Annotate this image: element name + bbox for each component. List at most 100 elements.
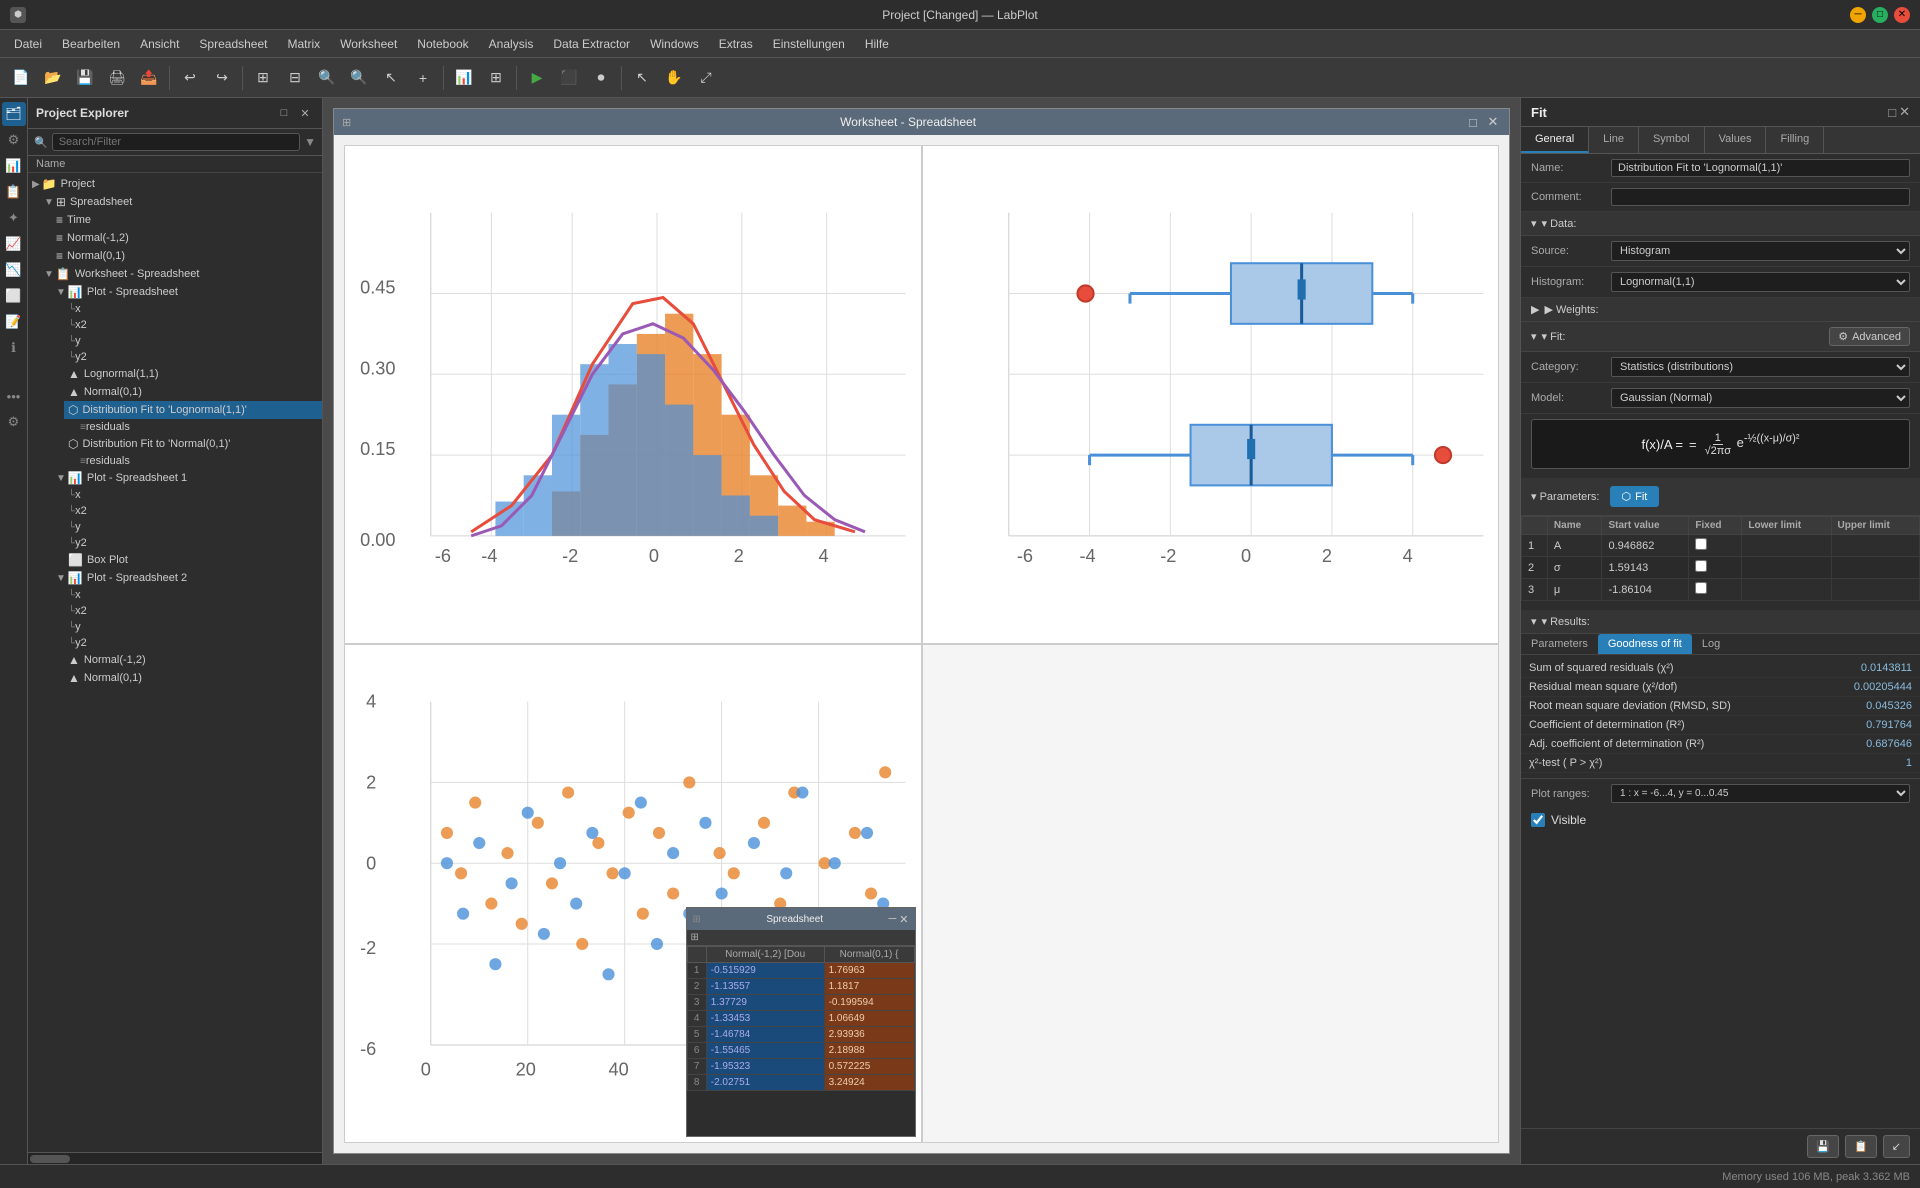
comment-input[interactable] bbox=[1611, 188, 1910, 206]
advanced-button[interactable]: ⚙ Advanced bbox=[1829, 327, 1910, 346]
results-tab-log[interactable]: Log bbox=[1692, 634, 1730, 654]
add-table-btn[interactable]: ⊞ bbox=[481, 63, 511, 93]
menu-einstellungen[interactable]: Einstellungen bbox=[765, 34, 853, 54]
data-section-header[interactable]: ▾ ▾ Data: bbox=[1521, 212, 1920, 236]
tree-item-y2-p2[interactable]: └ y2 bbox=[64, 635, 322, 651]
mini-minimize-btn[interactable]: ─ bbox=[888, 913, 896, 926]
stop-btn[interactable]: ⬛ bbox=[554, 63, 584, 93]
open-btn[interactable]: 📂 bbox=[38, 63, 68, 93]
save-btn[interactable]: 💾 bbox=[70, 63, 100, 93]
settings-icon-btn[interactable]: ⚙ bbox=[2, 410, 26, 434]
plot-ranges-select[interactable]: 1 : x = -6...4, y = 0...0.45 bbox=[1611, 784, 1910, 803]
tab-general[interactable]: General bbox=[1521, 127, 1589, 153]
tab-filling[interactable]: Filling bbox=[1766, 127, 1824, 153]
record-btn[interactable]: ⏺ bbox=[586, 63, 616, 93]
panel-close-btn[interactable]: ✕ bbox=[1899, 104, 1910, 120]
tree-item-x-p2[interactable]: └ x bbox=[64, 587, 322, 603]
worksheet-icon-btn[interactable]: 📊 bbox=[2, 154, 26, 178]
drag-btn[interactable]: ✋ bbox=[659, 63, 689, 93]
zoom-out-btn[interactable]: 🔍 bbox=[344, 63, 374, 93]
param-start-sigma[interactable]: 1.59143 bbox=[1602, 557, 1689, 579]
cursor-btn[interactable]: ↖ bbox=[376, 63, 406, 93]
menu-datei[interactable]: Datei bbox=[6, 34, 50, 54]
param-checkbox-mu[interactable] bbox=[1695, 582, 1707, 594]
play-btn[interactable]: ▶ bbox=[522, 63, 552, 93]
tree-item-y2-1[interactable]: └ y2 bbox=[64, 349, 322, 365]
tree-item-normal-12[interactable]: ≡ Normal(-1,2) bbox=[52, 229, 322, 247]
param-fixed-sigma[interactable] bbox=[1689, 557, 1742, 579]
hist-icon-btn[interactable]: 📈 bbox=[2, 232, 26, 256]
mini-spreadsheet[interactable]: ⊞ Spreadsheet ─ ✕ ⊞ bbox=[686, 907, 916, 1137]
redo-btn[interactable]: ↪ bbox=[207, 63, 237, 93]
results-tab-params[interactable]: Parameters bbox=[1521, 634, 1598, 654]
explorer-icon-btn[interactable]: 🗂 bbox=[2, 102, 26, 126]
explorer-expand-btn[interactable]: □ bbox=[275, 104, 293, 122]
box-icon-btn[interactable]: ⬜ bbox=[2, 284, 26, 308]
menu-windows[interactable]: Windows bbox=[642, 34, 707, 54]
tab-values[interactable]: Values bbox=[1705, 127, 1767, 153]
tree-item-x2-p2[interactable]: └ x2 bbox=[64, 603, 322, 619]
category-select[interactable]: Statistics (distributions) bbox=[1611, 357, 1910, 377]
search-input[interactable] bbox=[52, 133, 300, 151]
results-section-header[interactable]: ▾ ▾ Results: bbox=[1521, 610, 1920, 634]
tree-item-spreadsheet[interactable]: ▼ ⊞ Spreadsheet bbox=[40, 193, 322, 211]
export-panel-btn[interactable]: ↙ bbox=[1883, 1135, 1910, 1158]
tab-line[interactable]: Line bbox=[1589, 127, 1639, 153]
menu-bearbeiten[interactable]: Bearbeiten bbox=[54, 34, 128, 54]
export-btn[interactable]: 📤 bbox=[134, 63, 164, 93]
tree-item-normal-01[interactable]: ≡ Normal(0,1) bbox=[52, 247, 322, 265]
notes-icon-btn[interactable]: 📝 bbox=[2, 310, 26, 334]
copy-panel-btn[interactable]: 📋 bbox=[1845, 1135, 1877, 1158]
tree-item-x-p1[interactable]: └ x bbox=[64, 487, 322, 503]
mini-table-wrap[interactable]: Normal(-1,2) [Dou Normal(0,1) { 1-0.5159… bbox=[687, 946, 915, 1136]
tree-item-normal-01-p2[interactable]: ▲ Normal(0,1) bbox=[64, 669, 322, 687]
scatter-icon-btn[interactable]: ✦ bbox=[2, 206, 26, 230]
print-btn[interactable]: 🖨 bbox=[102, 63, 132, 93]
minimize-button[interactable]: ─ bbox=[1850, 7, 1866, 23]
fit-button[interactable]: ⬡ Fit bbox=[1610, 486, 1660, 507]
zoom-fit-btn[interactable]: ⤢ bbox=[691, 63, 721, 93]
tree-item-x2-p1[interactable]: └ x2 bbox=[64, 503, 322, 519]
tree-item-lognormal[interactable]: ▲ Lognormal(1,1) bbox=[64, 365, 322, 383]
menu-analysis[interactable]: Analysis bbox=[481, 34, 542, 54]
tree-item-x1[interactable]: └ x bbox=[64, 301, 322, 317]
tree-item-plot-spreadsheet1[interactable]: ▼ 📊 Plot - Spreadsheet 1 bbox=[52, 469, 322, 487]
boxplot-chart[interactable]: -4 -2 0 2 4 -6 bbox=[922, 145, 1500, 644]
tree-item-y1[interactable]: └ y bbox=[64, 333, 322, 349]
param-start-mu[interactable]: -1.86104 bbox=[1602, 579, 1689, 601]
line-icon-btn[interactable]: 📉 bbox=[2, 258, 26, 282]
param-checkbox-sigma[interactable] bbox=[1695, 560, 1707, 572]
menu-notebook[interactable]: Notebook bbox=[409, 34, 476, 54]
model-select[interactable]: Gaussian (Normal) bbox=[1611, 388, 1910, 408]
tree-item-x2-1[interactable]: └ x2 bbox=[64, 317, 322, 333]
mini-th-col1[interactable]: Normal(-1,2) [Dou bbox=[706, 947, 824, 963]
param-fixed-mu[interactable] bbox=[1689, 579, 1742, 601]
histogram-chart[interactable]: 0.00 0.15 0.30 0.45 bbox=[344, 145, 922, 644]
panel-expand-btn[interactable]: □ bbox=[1888, 104, 1896, 120]
zoom-in-btn[interactable]: 🔍 bbox=[312, 63, 342, 93]
info-icon-btn[interactable]: ℹ bbox=[2, 336, 26, 360]
histogram-select[interactable]: Lognormal(1,1) bbox=[1611, 272, 1910, 292]
grid-btn[interactable]: ⊞ bbox=[248, 63, 278, 93]
tree-item-normal-12-p2[interactable]: ▲ Normal(-1,2) bbox=[64, 651, 322, 669]
data-icon-btn[interactable]: 📋 bbox=[2, 180, 26, 204]
menu-matrix[interactable]: Matrix bbox=[279, 34, 328, 54]
save-panel-btn[interactable]: 💾 bbox=[1807, 1135, 1839, 1158]
visible-checkbox[interactable] bbox=[1531, 813, 1545, 827]
worksheet-expand-btn[interactable]: □ bbox=[1465, 114, 1481, 130]
tree-item-plot-spreadsheet2[interactable]: ▼ 📊 Plot - Spreadsheet 2 bbox=[52, 569, 322, 587]
sidebar-scrollbar[interactable] bbox=[28, 1152, 322, 1164]
tree-item-y-p1[interactable]: └ y bbox=[64, 519, 322, 535]
explorer-close-btn[interactable]: ✕ bbox=[296, 104, 314, 122]
name-input[interactable] bbox=[1611, 159, 1910, 177]
weights-section-header[interactable]: ▶ ▶ Weights: bbox=[1521, 298, 1920, 322]
tree-item-time[interactable]: ≡ Time bbox=[52, 211, 322, 229]
menu-hilfe[interactable]: Hilfe bbox=[857, 34, 897, 54]
add-plot-btn[interactable]: 📊 bbox=[449, 63, 479, 93]
more-icon-btn[interactable]: ••• bbox=[2, 384, 26, 408]
tree-item-dist-fit-normal[interactable]: ⬡ Distribution Fit to 'Normal(0,1)' bbox=[64, 435, 322, 453]
menu-ansicht[interactable]: Ansicht bbox=[132, 34, 187, 54]
tree-item-project[interactable]: ▶ 📁 Project bbox=[28, 175, 322, 193]
fit-section-header[interactable]: ▾ ▾ Fit: ⚙ Advanced bbox=[1521, 322, 1920, 352]
undo-btn[interactable]: ↩ bbox=[175, 63, 205, 93]
